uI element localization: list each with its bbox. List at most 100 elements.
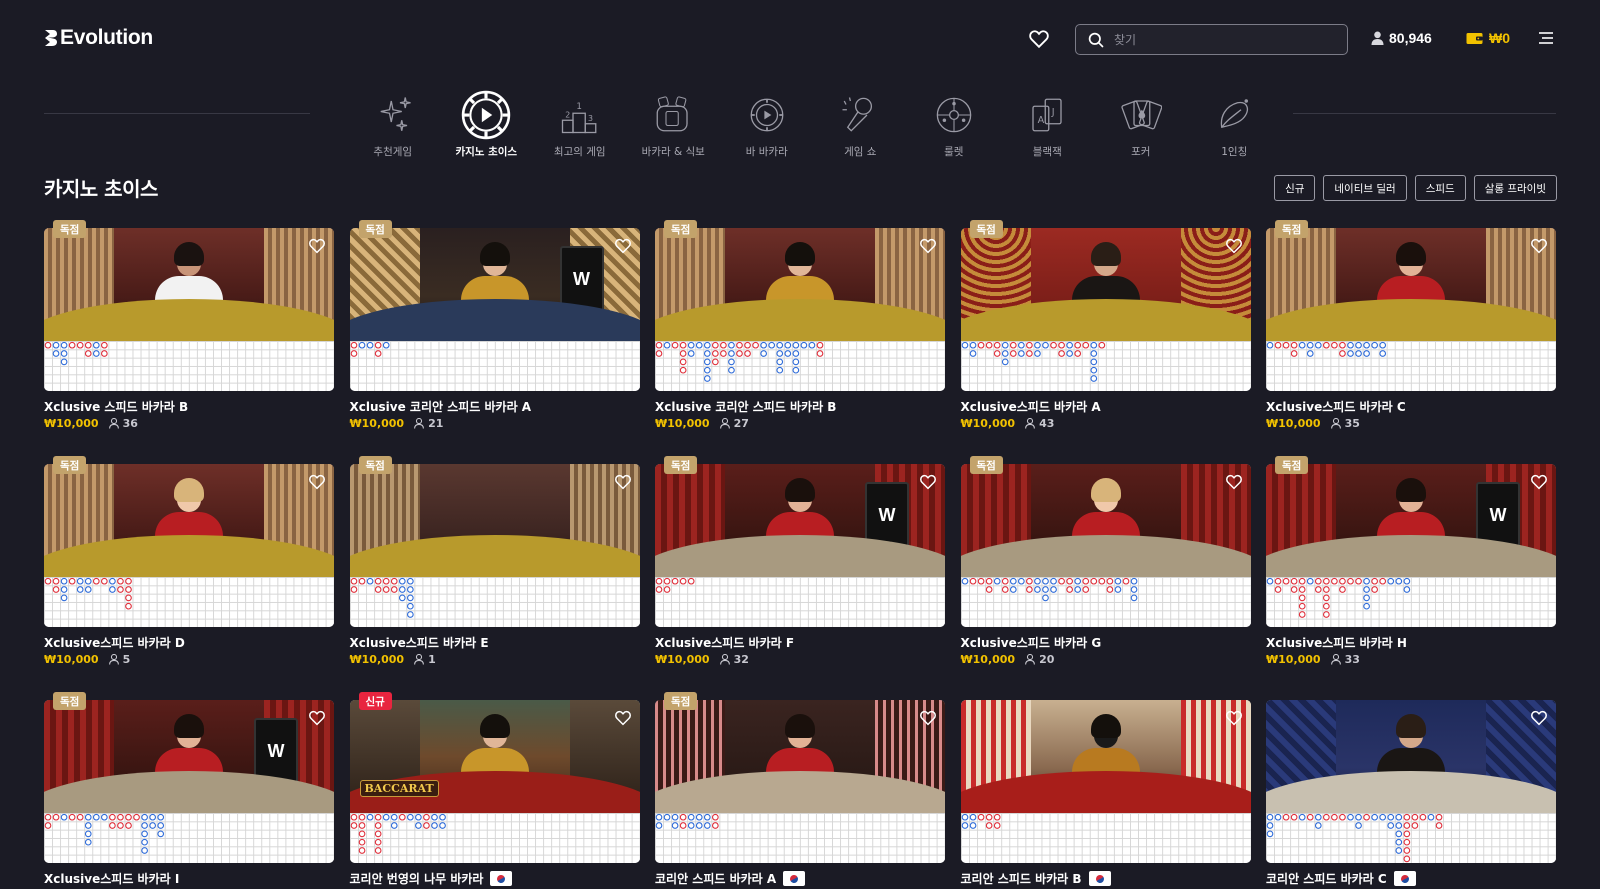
game-title[interactable]: Xclusive스피드 바카라 I [44,870,179,887]
favorite-heart-icon[interactable] [614,709,632,727]
game-thumbnail[interactable]: W [655,464,945,627]
filter-button-1[interactable]: 네이티브 딜러 [1323,175,1407,201]
nav-item-0[interactable]: 추천게임 [346,86,440,159]
favorite-heart-icon[interactable] [919,473,937,491]
game-title[interactable]: Xclusive스피드 바카라 F [655,634,794,651]
search-input[interactable] [1114,32,1334,47]
balance[interactable]: ₩0 [1466,30,1510,46]
nav-item-6[interactable]: 룰렛 [907,86,1001,159]
heart-icon[interactable] [1028,28,1050,50]
game-thumbnail[interactable] [1266,228,1556,391]
korea-flag-icon [783,871,806,886]
player-count: 36 [108,417,138,430]
filter-button-0[interactable]: 신규 [1274,175,1316,201]
bead-road-scoreboard [1266,341,1556,391]
filter-button-3[interactable]: 살롱 프라이빗 [1473,175,1557,201]
favorite-heart-icon[interactable] [308,709,326,727]
game-title[interactable]: 코리안 번영의 나무 바카라 [350,870,513,887]
bead-road-scoreboard [1266,577,1556,627]
game-title-text: Xclusive 코리안 스피드 바카라 A [349,400,532,414]
game-thumbnail[interactable] [349,464,640,627]
nav-divider-left [44,113,310,114]
nav-item-5[interactable]: 게임 쇼 [814,86,908,159]
game-card[interactable]: 코리안 스피드 바카라 B [960,700,1251,889]
menu-icon[interactable] [1538,31,1554,45]
game-preview-image [44,228,334,341]
game-card[interactable]: W 독점 Xclusive스피드 바카라 F ₩10,000 32 [655,456,945,675]
favorite-heart-icon[interactable] [1225,709,1243,727]
nav-item-4[interactable]: 바 바카라 [720,86,814,159]
nav-item-1[interactable]: 카지노 초이스 [440,86,534,159]
favorite-heart-icon[interactable] [919,237,937,255]
nav-item-8[interactable]: 포커 [1094,86,1188,159]
game-title[interactable]: Xclusive스피드 바카라 E [350,634,489,651]
game-thumbnail[interactable]: W [44,700,334,863]
min-bet: ₩10,000 [1266,417,1321,430]
game-title[interactable]: Xclusive스피드 바카라 D [44,634,185,651]
game-title[interactable]: Xclusive스피드 바카라 G [961,634,1102,651]
favorite-heart-icon[interactable] [308,473,326,491]
game-card[interactable]: W 독점 Xclusive스피드 바카라 H ₩10,000 33 [1266,456,1556,675]
game-thumbnail[interactable] [960,228,1251,391]
section-title: 카지노 초이스 [44,177,158,201]
game-title-text: Xclusive스피드 바카라 G [960,636,1102,650]
game-title[interactable]: Xclusive스피드 바카라 C [1266,398,1406,415]
game-card[interactable]: 독점 Xclusive스피드 바카라 E ₩10,000 1 [349,456,640,675]
game-thumbnail[interactable]: W [349,228,640,391]
game-thumbnail[interactable] [960,700,1251,863]
game-meta: ₩10,000 20 [961,653,1055,666]
svg-text:3: 3 [588,114,593,123]
game-thumbnail[interactable]: BACCARAT [349,700,640,863]
exclusive-badge: 독점 [358,456,392,474]
favorite-heart-icon[interactable] [1530,709,1548,727]
nav-item-2[interactable]: 1 2 3 최고의 게임 [533,86,627,159]
game-card[interactable]: 독점 Xclusive스피드 바카라 D ₩10,000 5 [44,456,334,675]
filter-button-2[interactable]: 스피드 [1414,175,1466,201]
game-thumbnail[interactable]: W [1266,464,1556,627]
nav-item-label: 카지노 초이스 [455,146,518,158]
game-title[interactable]: Xclusive 코리안 스피드 바카라 A [350,398,532,415]
favorite-heart-icon[interactable] [1530,237,1548,255]
game-meta: ₩10,000 21 [350,417,444,430]
game-card[interactable]: BACCARAT 신규 코리안 번영의 나무 바카라 [349,692,640,889]
nav-item-9[interactable]: 1인칭 [1188,86,1282,159]
game-title[interactable]: Xclusive스피드 바카라 H [1266,634,1407,651]
game-title[interactable]: Xclusive 스피드 바카라 B [44,398,188,415]
game-title[interactable]: Xclusive스피드 바카라 A [961,398,1101,415]
favorite-heart-icon[interactable] [1225,237,1243,255]
game-card[interactable]: W 독점 Xclusive 코리안 스피드 바카라 A ₩10,000 21 [349,220,640,439]
game-thumbnail[interactable] [1266,700,1556,863]
game-card[interactable]: 독점 Xclusive스피드 바카라 A ₩10,000 43 [960,220,1251,439]
favorite-heart-icon[interactable] [614,237,632,255]
game-title[interactable]: 코리안 스피드 바카라 B [961,870,1111,887]
game-title[interactable]: 코리안 스피드 바카라 A [655,870,806,887]
game-card[interactable]: W 독점 Xclusive스피드 바카라 I [44,692,334,889]
favorite-heart-icon[interactable] [919,709,937,727]
nav-item-3[interactable]: 바카라 & 식보 [627,86,721,159]
bead-road-scoreboard [655,577,945,627]
search-box[interactable] [1075,24,1348,55]
favorite-heart-icon[interactable] [614,473,632,491]
game-title[interactable]: Xclusive 코리안 스피드 바카라 B [655,398,836,415]
game-card[interactable]: 코리안 스피드 바카라 C [1266,700,1556,889]
game-card[interactable]: 독점 Xclusive스피드 바카라 G ₩10,000 20 [960,456,1251,675]
game-thumbnail[interactable] [44,228,334,391]
game-meta: ₩10,000 33 [1266,653,1360,666]
game-card[interactable]: 독점 Xclusive 스피드 바카라 B ₩10,000 36 [44,220,334,439]
game-card[interactable]: 독점코리안 스피드 바카라 A [655,692,945,889]
favorite-heart-icon[interactable] [308,237,326,255]
game-card[interactable]: 독점 Xclusive스피드 바카라 C ₩10,000 35 [1266,220,1556,439]
logo[interactable]: Evolution [44,26,153,50]
game-title[interactable]: 코리안 스피드 바카라 C [1266,870,1416,887]
game-thumbnail[interactable] [655,700,945,863]
nav-item-label: 바카라 & 식보 [641,146,705,158]
favorite-heart-icon[interactable] [1530,473,1548,491]
favorite-heart-icon[interactable] [1225,473,1243,491]
game-thumbnail[interactable] [960,464,1251,627]
exclusive-badge: 독점 [664,692,698,710]
min-bet: ₩10,000 [44,653,99,666]
game-thumbnail[interactable] [44,464,334,627]
game-card[interactable]: 독점 Xclusive 코리안 스피드 바카라 B ₩10,000 27 [655,220,945,439]
nav-item-7[interactable]: A J 블랙잭 [1001,86,1095,159]
game-thumbnail[interactable] [655,228,945,391]
